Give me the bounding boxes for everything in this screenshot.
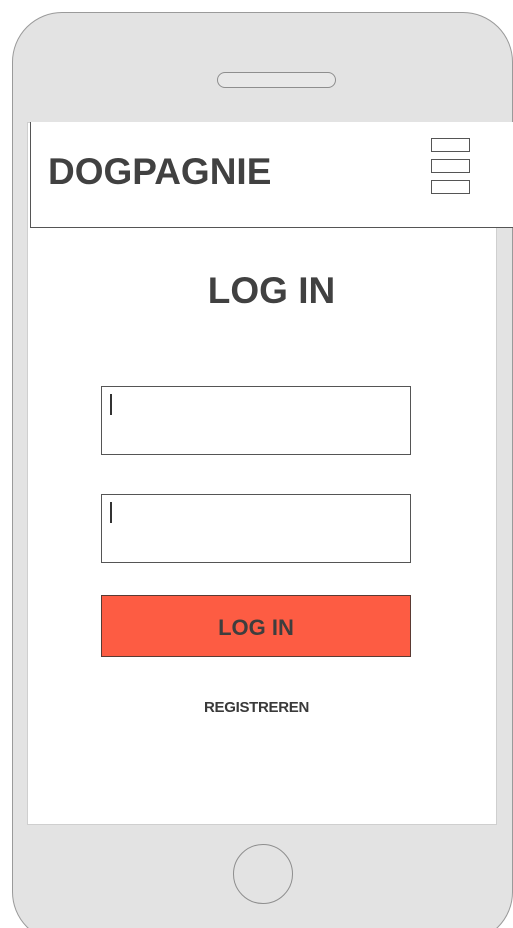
menu-bar-middle [431, 159, 470, 173]
menu-bar-top [431, 138, 470, 152]
username-input[interactable] [102, 387, 410, 454]
login-button[interactable]: LOG IN [101, 595, 411, 657]
username-field[interactable] [101, 386, 411, 455]
page-title: LOG IN [207, 270, 336, 311]
register-link[interactable]: REGISTREREN [0, 699, 513, 717]
password-field[interactable] [101, 494, 411, 563]
hamburger-menu-icon[interactable] [431, 138, 470, 196]
brand-logo-text[interactable]: DOGPAGNIE [48, 151, 271, 193]
menu-bar-bottom [431, 180, 470, 194]
password-input[interactable] [102, 495, 410, 562]
phone-home-button[interactable] [233, 844, 293, 904]
phone-speaker [217, 72, 336, 88]
